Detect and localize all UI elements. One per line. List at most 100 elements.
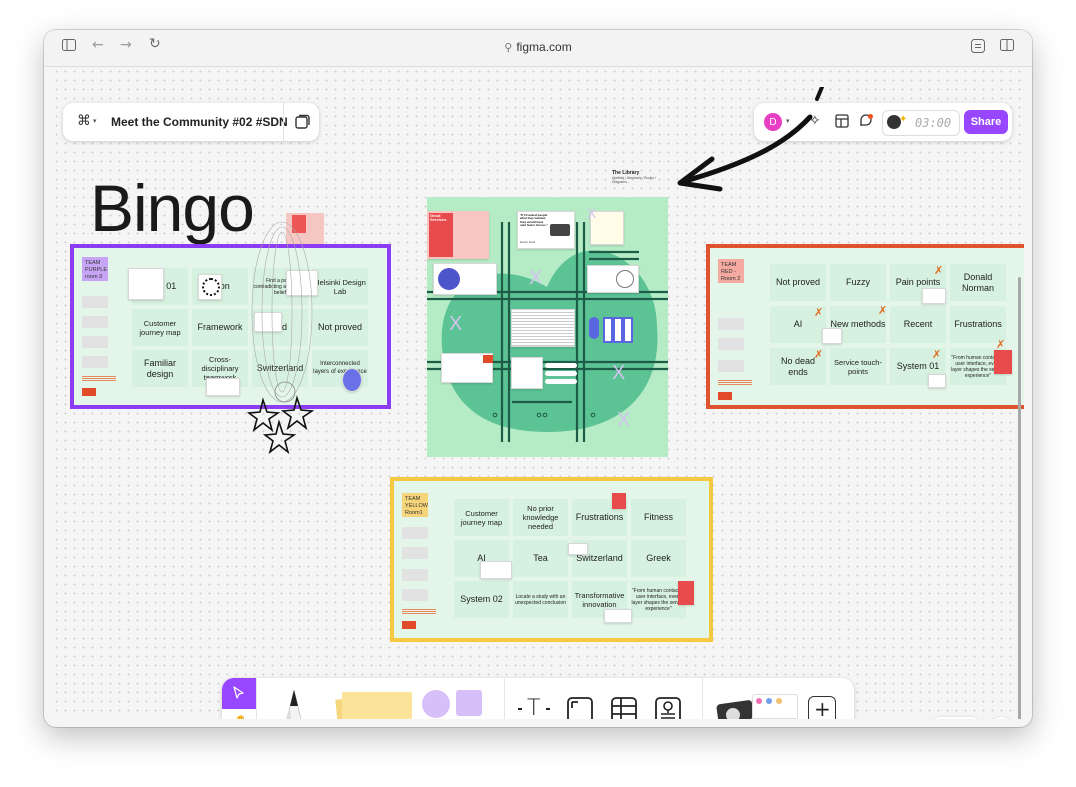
- board-footnote: [402, 609, 436, 615]
- hand-tool[interactable]: ✋: [222, 709, 256, 719]
- shape-tool[interactable]: ↱: [422, 688, 488, 719]
- x-mark[interactable]: X: [529, 267, 542, 290]
- bingo-cell[interactable]: Greek: [631, 540, 686, 577]
- section-tool[interactable]: [566, 696, 594, 719]
- poster-thumbnail: [994, 350, 1012, 374]
- connector-arrow-icon: ↱: [460, 718, 473, 719]
- bingo-cell[interactable]: Donald Norman: [950, 264, 1006, 301]
- side-note: [718, 338, 744, 350]
- pen-tool[interactable]: [274, 688, 314, 719]
- x-mark[interactable]: X: [612, 362, 625, 385]
- image-thumbnail: [604, 609, 632, 623]
- table-tool[interactable]: [610, 696, 638, 719]
- logo-thumbnail: [198, 274, 222, 300]
- share-button[interactable]: Share: [964, 110, 1008, 134]
- green-library-board[interactable]: Good Services "If I'd asked people what …: [427, 197, 668, 457]
- blue-bars-graphic: [589, 317, 633, 343]
- x-mark[interactable]: X: [449, 313, 462, 336]
- bingo-cell[interactable]: Familiar design: [132, 350, 188, 387]
- hand-drawn-arrow[interactable]: [672, 87, 842, 197]
- side-note: [402, 547, 428, 559]
- bingo-cell[interactable]: No prior knowledge needed: [513, 499, 568, 536]
- split-view-icon[interactable]: [1000, 39, 1014, 55]
- bingo-cell[interactable]: Not proved: [312, 309, 368, 346]
- comments-icon[interactable]: [858, 113, 874, 134]
- bingo-cell[interactable]: Tea: [513, 540, 568, 577]
- side-note: [718, 318, 744, 330]
- timer-text: 03:00: [915, 116, 952, 130]
- library-note[interactable]: The Library Artefakt / Abstracts / Books…: [612, 170, 692, 184]
- help-button[interactable]: ?: [990, 717, 1012, 719]
- side-note: [402, 589, 428, 601]
- widgets-tool[interactable]: [714, 692, 800, 719]
- bingo-cell[interactable]: Customer journey map: [132, 309, 188, 346]
- link-icon: ⚲: [504, 41, 513, 54]
- file-title[interactable]: Meet the Community #02 #SDN: [111, 115, 288, 129]
- bingo-cell[interactable]: Framework: [192, 309, 248, 346]
- diagram-thumbnail: [922, 288, 946, 304]
- red-bingo-board[interactable]: TEAM RED - Room 2 Not proved Fuzzy Pain po…: [706, 244, 1024, 409]
- plus-icon: +: [814, 697, 831, 719]
- good-services-title: Good Services: [430, 213, 447, 223]
- pages-icon[interactable]: [294, 114, 310, 135]
- browser-window: ← → ↻ ⚲ figma.com ⌘ ▾ Meet the Community …: [44, 30, 1032, 727]
- toolbar-divider: [504, 678, 505, 719]
- diagram-thumbnail: [822, 328, 842, 344]
- pin-sticker-icon: ✗: [814, 348, 824, 361]
- text-tool-dot: [546, 708, 550, 710]
- figma-logo-icon[interactable]: ⌘: [77, 113, 91, 129]
- stamp-tool[interactable]: [654, 696, 682, 719]
- logo-card: [511, 357, 543, 389]
- bingo-cell[interactable]: System 02: [454, 581, 509, 618]
- text-tool[interactable]: T: [518, 696, 550, 719]
- add-button[interactable]: +: [808, 696, 836, 719]
- good-services-poster: Good Services: [427, 211, 489, 259]
- bingo-cell[interactable]: Not proved: [770, 264, 826, 301]
- bingo-cell[interactable]: Helsinki Design Lab: [312, 268, 368, 305]
- circle-diagram-card: [433, 263, 497, 295]
- remove-button[interactable]: [718, 392, 732, 400]
- side-note: [718, 360, 744, 372]
- x-mark[interactable]: X: [587, 205, 596, 221]
- remove-button[interactable]: [402, 621, 416, 629]
- sketch-lines[interactable]: [247, 217, 317, 407]
- car-image: [550, 224, 570, 236]
- article-card: [511, 309, 575, 347]
- list-bars: [545, 363, 577, 384]
- pin-sticker-icon: ✗: [878, 304, 888, 317]
- hand-drawn-stars[interactable]: [247, 393, 317, 455]
- zoom-in-button[interactable]: +: [963, 718, 971, 719]
- x-mark[interactable]: X: [617, 409, 630, 432]
- bingo-cell[interactable]: Locate a study with an unexpected conclu…: [513, 581, 568, 618]
- extensions-icon[interactable]: [971, 39, 985, 57]
- timer-widget[interactable]: ✦ 03:00: [882, 110, 960, 136]
- library-note-subtitle: Artefakt / Abstracts / Books / Diagrams.…: [612, 176, 656, 184]
- bottom-toolbar: ✋ ↱ T: [222, 678, 854, 719]
- team-purple-label: TEAM PURPLE room 3: [82, 257, 108, 281]
- share-label: Share: [970, 116, 1002, 128]
- yellow-bingo-board[interactable]: TEAM YELLOW Room1 Customer journey map No…: [390, 477, 713, 642]
- poster-thumbnail: [678, 581, 694, 605]
- chevron-down-icon[interactable]: ▾: [93, 117, 97, 125]
- remove-button[interactable]: [82, 388, 96, 396]
- address-bar[interactable]: ⚲ figma.com: [44, 40, 1032, 54]
- purple-bingo-board[interactable]: TEAM PURPLE room 3 ...em 01...ionFind a …: [70, 244, 391, 409]
- poster-thumbnail: [612, 493, 626, 509]
- text-tool-dot: [518, 708, 522, 710]
- vertical-scrollbar[interactable]: [1018, 277, 1021, 719]
- side-note: [82, 356, 108, 368]
- paper-thumbnail: [928, 374, 946, 388]
- side-note: [82, 316, 108, 328]
- hand-icon: ✋: [231, 714, 251, 719]
- bingo-cell[interactable]: Recent: [890, 306, 946, 343]
- move-tool[interactable]: [222, 678, 256, 709]
- bingo-cell[interactable]: Fitness: [631, 499, 686, 536]
- figjam-canvas[interactable]: ⌘ ▾ Meet the Community #02 #SDN D ▾ ✧ ✦ …: [52, 67, 1024, 719]
- pin-sticker-icon: ✗: [934, 264, 944, 277]
- side-note: [82, 336, 108, 348]
- bingo-cell[interactable]: Customer journey map: [454, 499, 509, 536]
- bingo-title[interactable]: Bingo: [90, 175, 255, 241]
- sticky-note-tool[interactable]: [330, 690, 412, 719]
- bingo-cell[interactable]: Service touch-points: [830, 348, 886, 385]
- bingo-cell[interactable]: Fuzzy: [830, 264, 886, 301]
